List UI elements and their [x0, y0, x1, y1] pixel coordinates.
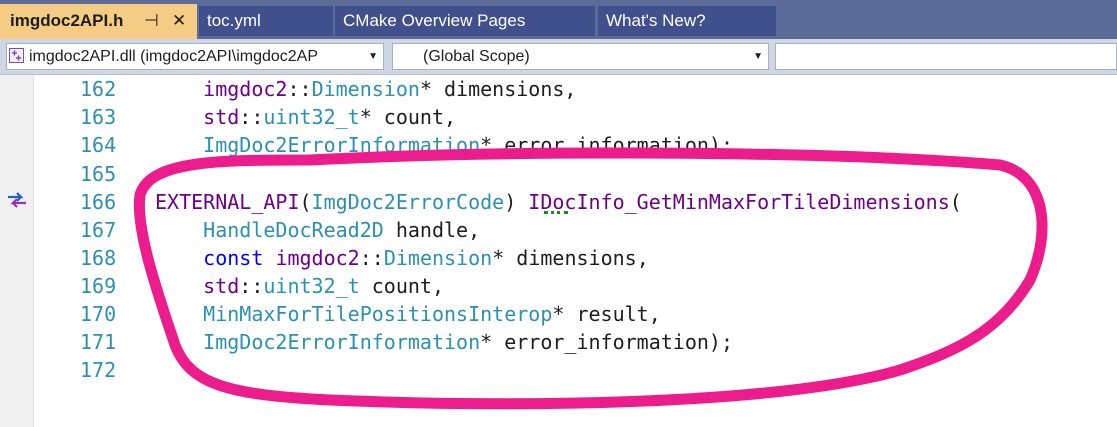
line-number: 170 — [80, 302, 117, 326]
code-text: std::uint32_t* count, — [155, 103, 456, 131]
code-token: :: — [359, 246, 384, 270]
navigation-bar: imgdoc2API.dll (imgdoc2API\imgdoc2AP ▼ (… — [0, 39, 1117, 75]
code-line[interactable]: 167 HandleDocRead2D handle, — [34, 216, 1117, 244]
line-number: 166 — [80, 190, 117, 214]
tab-label: What's New? — [606, 11, 706, 30]
code-token: ( — [949, 190, 962, 214]
code-line[interactable]: 163 std::uint32_t* count, — [34, 103, 1117, 131]
code-token: * error_information); — [480, 330, 733, 354]
code-line[interactable]: 169 std::uint32_t count, — [34, 272, 1117, 300]
code-text: imgdoc2::Dimension* dimensions, — [155, 75, 576, 103]
code-token: ( — [299, 190, 312, 214]
code-text: std::uint32_t count, — [155, 272, 444, 300]
code-token: const — [203, 246, 264, 270]
code-navigation-icon[interactable] — [5, 190, 29, 210]
code-line[interactable]: 171 ImgDoc2ErrorInformation* error_infor… — [34, 328, 1117, 356]
code-text: HandleDocRead2D handle, — [155, 216, 480, 244]
document-tab-strip: imgdoc2API.h ⊣ ✕ toc.yml CMake Overview … — [0, 0, 1117, 39]
code-text: ImgDoc2ErrorInformation* error_informati… — [155, 131, 733, 159]
code-token: Dimension — [311, 77, 420, 101]
tab-label: toc.yml — [207, 11, 261, 30]
code-line[interactable]: 166 EXTERNAL_API(ImgDoc2ErrorCode) IDocIn… — [34, 188, 1117, 216]
tab-cmake-overview-pages[interactable]: CMake Overview Pages — [335, 6, 595, 36]
scope-combo[interactable]: (Global Scope) ▼ — [392, 43, 769, 70]
editor-indicator-margin[interactable] — [0, 75, 34, 427]
code-token: uint32_t — [263, 274, 360, 298]
suggestion-squiggle — [544, 207, 568, 214]
tab-imgdoc2api-h[interactable]: imgdoc2API.h ⊣ ✕ — [0, 4, 197, 39]
code-token: * dimensions, — [419, 77, 577, 101]
line-number: 163 — [80, 105, 117, 129]
tab-label: CMake Overview Pages — [343, 11, 526, 30]
member-combo[interactable] — [775, 43, 1117, 70]
code-text: const imgdoc2::Dimension* dimensions, — [155, 244, 649, 272]
code-token: :: — [239, 274, 264, 298]
code-token: ImgDoc2ErrorInformation — [203, 133, 481, 157]
project-combo-value: imgdoc2API.dll (imgdoc2API\imgdoc2AP — [29, 48, 319, 65]
code-token: ImgDoc2ErrorCode — [311, 190, 505, 214]
tab-label: imgdoc2API.h — [10, 11, 124, 30]
code-token: HandleDocRead2D — [203, 218, 384, 242]
line-number: 162 — [80, 77, 117, 101]
line-number: 172 — [80, 358, 117, 382]
dropdown-arrow-icon[interactable]: ▼ — [753, 44, 763, 69]
code-text: ImgDoc2ErrorInformation* error_informati… — [155, 328, 733, 356]
scope-combo-value: (Global Scope) — [423, 48, 530, 65]
code-token: count, — [359, 274, 445, 298]
dropdown-arrow-icon[interactable]: ▼ — [368, 44, 378, 69]
line-number: 169 — [80, 274, 117, 298]
code-line[interactable]: 168 const imgdoc2::Dimension* dimensions… — [34, 244, 1117, 272]
code-token: :: — [239, 105, 264, 129]
code-line[interactable]: 170 MinMaxForTilePositionsInterop* resul… — [34, 300, 1117, 328]
code-token: imgdoc2 — [275, 246, 360, 270]
code-token: * error_information); — [480, 133, 733, 157]
code-token: ImgDoc2ErrorInformation — [203, 330, 481, 354]
code-text: MinMaxForTilePositionsInterop* result, — [155, 300, 661, 328]
code-editor[interactable]: 162 imgdoc2::Dimension* dimensions, 163 s… — [34, 75, 1117, 427]
line-number: 171 — [80, 330, 117, 354]
code-token: MinMaxForTilePositionsInterop — [203, 302, 553, 326]
line-number: 164 — [80, 133, 117, 157]
code-token: handle, — [383, 218, 481, 242]
code-token: * dimensions, — [492, 246, 649, 270]
code-token: std — [203, 274, 240, 298]
code-line[interactable]: 172 — [34, 356, 1117, 384]
close-icon[interactable]: ✕ — [172, 4, 186, 37]
code-token: * count, — [359, 105, 457, 129]
code-token: IDocInfo_GetMinMaxForTileDimensions — [528, 190, 950, 214]
tab-toc-yml[interactable]: toc.yml — [199, 6, 333, 36]
code-token: EXTERNAL_API — [155, 190, 300, 214]
project-combo[interactable]: imgdoc2API.dll (imgdoc2API\imgdoc2AP ▼ — [6, 43, 384, 70]
code-token: uint32_t — [263, 105, 360, 129]
code-line[interactable]: 165 — [34, 160, 1117, 188]
line-number: 167 — [80, 218, 117, 242]
line-number: 168 — [80, 246, 117, 270]
line-number: 165 — [80, 162, 117, 186]
tab-whats-new[interactable]: What's New? — [598, 6, 776, 36]
code-line[interactable]: 164 ImgDoc2ErrorInformation* error_infor… — [34, 131, 1117, 159]
code-token: Dimension — [383, 246, 493, 270]
code-line[interactable]: 162 imgdoc2::Dimension* dimensions, — [34, 75, 1117, 103]
code-token: std — [203, 105, 240, 129]
code-token: * result, — [552, 302, 661, 326]
code-token: ) — [504, 190, 529, 214]
pin-icon[interactable]: ⊣ — [144, 4, 159, 37]
code-token: :: — [287, 77, 312, 101]
project-file-icon — [9, 48, 24, 63]
code-token: imgdoc2 — [203, 77, 288, 101]
